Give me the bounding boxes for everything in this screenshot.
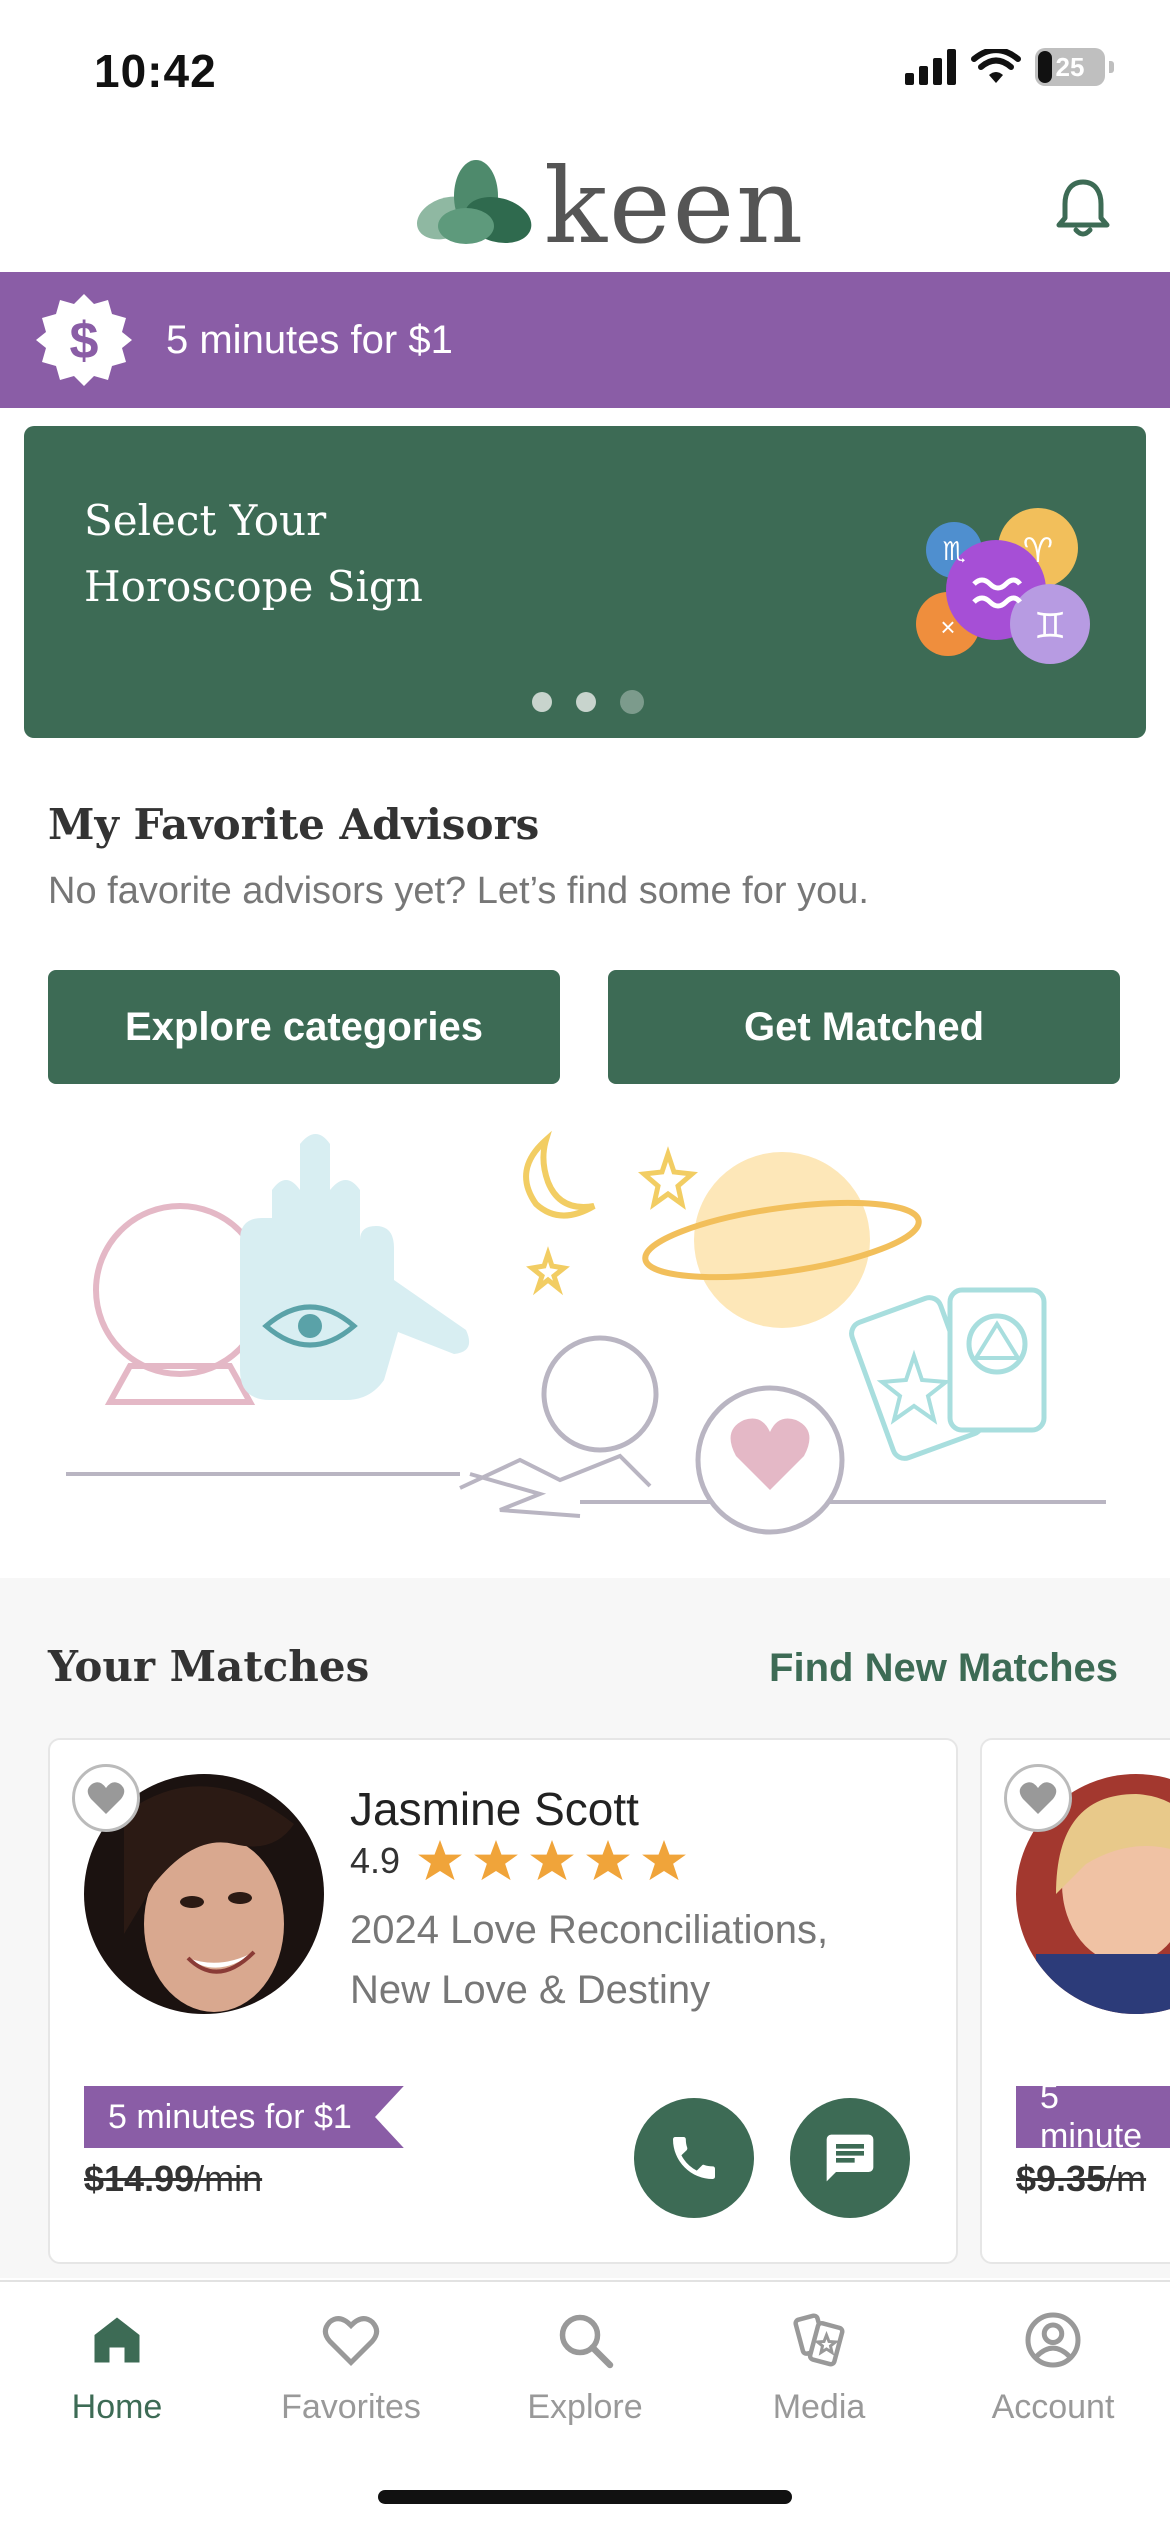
price-value: $14.99 — [84, 2158, 195, 2199]
account-icon — [1025, 2312, 1081, 2368]
favorite-toggle[interactable] — [72, 1764, 140, 1832]
star-icon — [642, 1840, 686, 1881]
star-icon — [586, 1840, 630, 1881]
tab-home[interactable]: Home — [0, 2310, 234, 2427]
battery-level: 25 — [1055, 51, 1085, 82]
status-bar: 10:42 25 — [0, 0, 1170, 140]
home-icon — [94, 2317, 140, 2363]
carousel-dot-active[interactable] — [620, 690, 644, 714]
rating-value: 4.9 — [350, 1840, 401, 1881]
tab-favorites[interactable]: Favorites — [234, 2310, 468, 2427]
carousel-title: Select Your Horoscope Sign — [84, 496, 423, 611]
advisor-price: $14.99/min — [84, 2158, 262, 2200]
matches-section: Your Matches Find New Matches Jasmine Sc… — [0, 1578, 1170, 2278]
favorites-subtitle: No favorite advisors yet? Let’s find som… — [48, 870, 869, 912]
svg-text:♊: ♊ — [1034, 605, 1066, 646]
promo-text: 5 minutes for $1 — [166, 317, 453, 362]
heart-icon — [322, 2316, 380, 2367]
heart-icon — [1019, 1782, 1057, 1814]
call-button[interactable] — [634, 2098, 754, 2218]
home-indicator — [378, 2490, 792, 2504]
wifi-icon — [971, 49, 1021, 83]
cards-icon — [793, 2313, 845, 2367]
favorite-toggle[interactable] — [1004, 1764, 1072, 1832]
find-new-matches-link[interactable]: Find New Matches — [769, 1646, 1118, 1691]
search-icon — [559, 2314, 614, 2369]
svg-text:×: × — [940, 612, 955, 642]
dollar-badge-icon: $ — [36, 294, 132, 386]
advisor-card[interactable]: Jasmine Scott 4.9 2024 Love Reconciliati… — [48, 1738, 958, 2264]
tab-label: Home — [71, 2388, 163, 2426]
notifications-button[interactable] — [1056, 178, 1110, 243]
carousel-dots[interactable] — [532, 690, 644, 714]
advisor-card[interactable]: 5 minute $9.35/m — [980, 1738, 1170, 2264]
status-time: 10:42 — [94, 45, 217, 97]
carousel-dot[interactable] — [532, 692, 552, 712]
rating-stars — [418, 1840, 686, 1882]
favorites-title: My Favorite Advisors — [48, 800, 540, 849]
advisor-price: $9.35/m — [1016, 2158, 1146, 2200]
star-icon — [418, 1840, 462, 1881]
tab-label: Media — [772, 2388, 866, 2426]
star-icon — [530, 1840, 574, 1881]
phone-icon — [673, 2137, 715, 2179]
explore-categories-button[interactable]: Explore categories — [48, 970, 560, 1084]
chat-button[interactable] — [790, 2098, 910, 2218]
tab-media[interactable]: Media — [702, 2310, 936, 2427]
zodiac-bubbles-icon: ♈ ♏ × ♊ — [916, 508, 1090, 664]
heart-icon — [87, 1782, 125, 1814]
svg-text:♏: ♏ — [942, 536, 965, 566]
advisor-specialty: 2024 Love Reconciliations, New Love & De… — [350, 1908, 829, 2012]
promo-ribbon: 5 minutes for $1 — [84, 2086, 404, 2148]
star-icon — [474, 1840, 518, 1881]
svg-text:$: $ — [70, 312, 99, 370]
price-unit: /m — [1106, 2158, 1147, 2199]
status-icons: 25 — [905, 48, 1114, 86]
price-value: $9.35 — [1016, 2158, 1107, 2199]
chat-icon — [826, 2134, 874, 2182]
logo-text: keen — [544, 145, 806, 267]
promo-ribbon: 5 minute — [1016, 2086, 1170, 2148]
mystic-illustration — [66, 1130, 1106, 1535]
advisor-name: Jasmine Scott — [350, 1783, 639, 1835]
keen-logo: keen — [416, 154, 805, 258]
tab-label: Explore — [527, 2388, 643, 2426]
horoscope-carousel[interactable]: Select Your Horoscope Sign ♈ ♏ × ♊ — [24, 426, 1146, 738]
tab-explore[interactable]: Explore — [468, 2310, 702, 2427]
svg-text:♈: ♈ — [1023, 532, 1053, 570]
tab-account[interactable]: Account — [936, 2310, 1170, 2427]
lotus-logo-icon — [416, 160, 532, 244]
promo-banner[interactable]: $ 5 minutes for $1 — [0, 272, 1170, 408]
tab-label: Account — [991, 2388, 1115, 2426]
battery-icon: 25 — [1035, 48, 1105, 86]
advisor-rating: 4.9 — [350, 1840, 686, 1882]
signal-icon — [905, 49, 956, 85]
price-unit: /min — [194, 2158, 263, 2199]
app-header: keen — [0, 140, 1170, 272]
tab-label: Favorites — [281, 2388, 421, 2426]
matches-title: Your Matches — [48, 1642, 370, 1691]
bell-icon — [1056, 179, 1110, 237]
get-matched-button[interactable]: Get Matched — [608, 970, 1120, 1084]
carousel-dot[interactable] — [576, 692, 596, 712]
